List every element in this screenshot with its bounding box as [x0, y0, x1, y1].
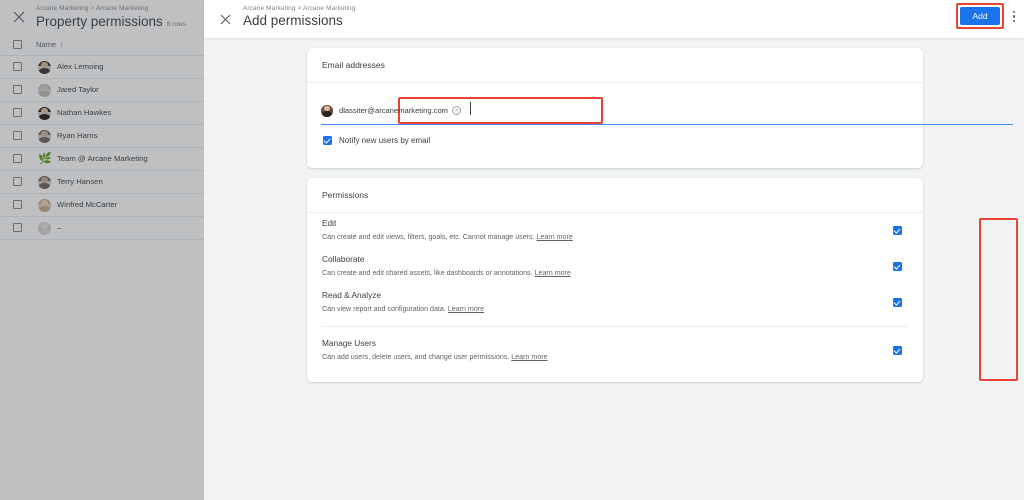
kebab-menu-icon[interactable]: [1007, 11, 1021, 27]
permission-checkbox[interactable]: [893, 298, 902, 307]
permission-row[interactable]: Read & Analyze Can view report and config…: [307, 290, 923, 322]
permission-description-text: Can create and edit shared assets, like …: [322, 269, 533, 277]
permission-description: Can add users, delete users, and change …: [322, 353, 548, 361]
permission-description-text: Can add users, delete users, and change …: [322, 353, 510, 361]
email-card-title: Email addresses: [322, 60, 385, 70]
permission-description-text: Can view report and configuration data.: [322, 305, 446, 313]
permissions-card-title: Permissions: [322, 190, 369, 200]
close-icon[interactable]: ×: [452, 106, 462, 115]
permission-row[interactable]: Collaborate Can create and edit shared as…: [307, 254, 923, 286]
modal-scrim[interactable]: [0, 0, 204, 500]
email-input-underline[interactable]: [321, 124, 1013, 126]
person-avatar: [321, 104, 333, 117]
permission-description-text: Can create and edit views, filters, goal…: [322, 233, 535, 241]
background-permissions-list: Arcane Marketing > Arcane Marketing Prop…: [0, 0, 204, 500]
notify-label: Notify new users by email: [339, 136, 431, 145]
permission-checkboxes-highlight: [979, 218, 1018, 381]
email-chip[interactable]: dlassiter@arcanemarketing.com ×: [321, 103, 462, 118]
email-addresses-card: Email addresses dlassiter@arcanemarketin…: [307, 48, 1013, 168]
permission-row[interactable]: Manage Users Can add users, delete users,…: [307, 338, 923, 370]
section-divider: [322, 326, 908, 327]
permission-row[interactable]: Edit Can create and edit views, filters, …: [307, 218, 923, 250]
learn-more-link[interactable]: Learn more: [448, 305, 484, 313]
notify-checkbox[interactable]: [323, 136, 332, 145]
learn-more-link[interactable]: Learn more: [535, 269, 571, 277]
notify-row[interactable]: Notify new users by email: [323, 136, 430, 145]
permission-title: Read & Analyze: [322, 290, 382, 300]
close-icon[interactable]: [218, 12, 233, 27]
permission-title: Manage Users: [322, 338, 376, 348]
permissions-card: Permissions Edit Can create and edit view…: [307, 178, 1018, 382]
screen: Arcane Marketing > Arcane Marketing Prop…: [0, 0, 1024, 500]
panel-toolbar: Arcane Marketing > Arcane Marketing Add …: [204, 0, 1024, 38]
permission-description: Can create and edit shared assets, like …: [322, 269, 571, 277]
email-chip-text: dlassiter@arcanemarketing.com: [339, 106, 449, 115]
permission-checkbox[interactable]: [893, 262, 902, 271]
text-caret: [470, 102, 471, 115]
breadcrumb: Arcane Marketing > Arcane Marketing: [243, 5, 356, 12]
permissions-card-header: Permissions: [307, 178, 923, 213]
permission-title: Collaborate: [322, 254, 365, 264]
permission-description: Can create and edit views, filters, goal…: [322, 233, 573, 241]
permission-description: Can view report and configuration data. …: [322, 305, 484, 313]
add-permissions-panel: Arcane Marketing > Arcane Marketing Add …: [204, 0, 1024, 500]
learn-more-link[interactable]: Learn more: [537, 233, 573, 241]
permission-checkbox[interactable]: [893, 346, 902, 355]
learn-more-link[interactable]: Learn more: [511, 353, 547, 361]
permission-title: Edit: [322, 218, 337, 228]
panel-title: Add permissions: [243, 13, 343, 28]
add-button[interactable]: Add: [960, 7, 1000, 25]
permission-checkbox[interactable]: [893, 226, 902, 235]
email-card-header: Email addresses: [307, 48, 923, 83]
